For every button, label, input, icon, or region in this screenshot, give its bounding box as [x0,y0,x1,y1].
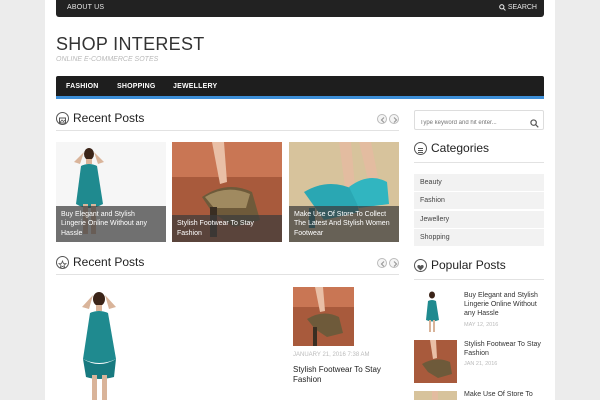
popular-thumbnail[interactable] [414,340,457,383]
featured-post-image[interactable] [56,287,166,400]
search-icon [530,119,539,128]
search-label: SEARCH [507,4,537,11]
slider-card[interactable]: Buy Elegant and Stylish Lingerie Online … [56,142,166,242]
category-item[interactable]: Beauty [414,174,544,191]
category-item[interactable]: Jewellery [414,211,544,228]
main-nav: FASHION SHOPPING JEWELLERY [56,76,544,99]
search-input[interactable] [415,114,525,132]
nav-item-jewellery[interactable]: JEWELLERY [173,83,217,90]
categories-header: Categories [414,141,544,163]
section-title: Categories [431,141,490,155]
chevron-left-icon [380,117,385,123]
recent-posts-header: Recent Posts [56,111,399,131]
page: ABOUT US SEARCH SHOP INTEREST ONLINE E-C… [45,0,555,400]
popular-thumbnail[interactable] [414,290,457,333]
post-date: JANUARY 21, 2016 7:38 AM [293,352,370,358]
posts-prev-button[interactable] [377,258,387,268]
popular-post-date: MAY 12, 2016 [464,322,499,328]
slider-card[interactable]: Make Use Of Store To Collect The Latest … [289,142,399,242]
nav-item-fashion[interactable]: FASHION [66,83,99,90]
about-us-link[interactable]: ABOUT US [67,4,104,11]
slider-next-button[interactable] [389,114,399,124]
section-title: Popular Posts [431,258,506,272]
slider-card[interactable]: Stylish Footwear To Stay Fashion [172,142,282,242]
category-item[interactable]: Shopping [414,229,544,246]
post-thumbnail[interactable] [293,287,354,346]
chevron-left-icon [380,261,385,267]
popular-post-title[interactable]: Buy Elegant and Stylish Lingerie Online … [464,291,546,318]
popular-thumbnail[interactable] [414,389,457,400]
card-caption[interactable]: Make Use Of Store To Collect The Latest … [289,205,399,242]
chevron-right-icon [393,117,398,123]
site-tagline: ONLINE E-COMMERCE SOTES [56,56,159,63]
site-title[interactable]: SHOP INTEREST [56,34,205,55]
star-icon [56,256,69,269]
card-caption[interactable]: Stylish Footwear To Stay Fashion [172,215,282,242]
card-caption[interactable]: Buy Elegant and Stylish Lingerie Online … [56,205,166,242]
recent-posts-header: Recent Posts [56,255,399,275]
sidebar-search [414,110,544,133]
search-submit-button[interactable] [530,115,539,133]
popular-post-title[interactable]: Make Use Of Store To [464,390,546,399]
section-title: Recent Posts [73,255,145,269]
list-icon [414,142,427,155]
nav-item-shopping[interactable]: SHOPPING [117,83,156,90]
popular-post-date: JAN 21, 2016 [464,361,498,367]
post-title[interactable]: Stylish Footwear To Stay Fashion [293,365,393,385]
category-item[interactable]: Fashion [414,192,544,209]
top-bar: ABOUT US SEARCH [56,0,544,17]
top-search-button[interactable]: SEARCH [498,4,537,11]
posts-next-button[interactable] [389,258,399,268]
popular-post-title[interactable]: Stylish Footwear To Stay Fashion [464,340,546,358]
search-icon [498,4,506,11]
chevron-right-icon [393,261,398,267]
popular-posts-header: Popular Posts [414,258,544,280]
image-icon [56,112,69,125]
heart-icon [414,259,427,272]
slider-prev-button[interactable] [377,114,387,124]
section-title: Recent Posts [73,111,145,125]
